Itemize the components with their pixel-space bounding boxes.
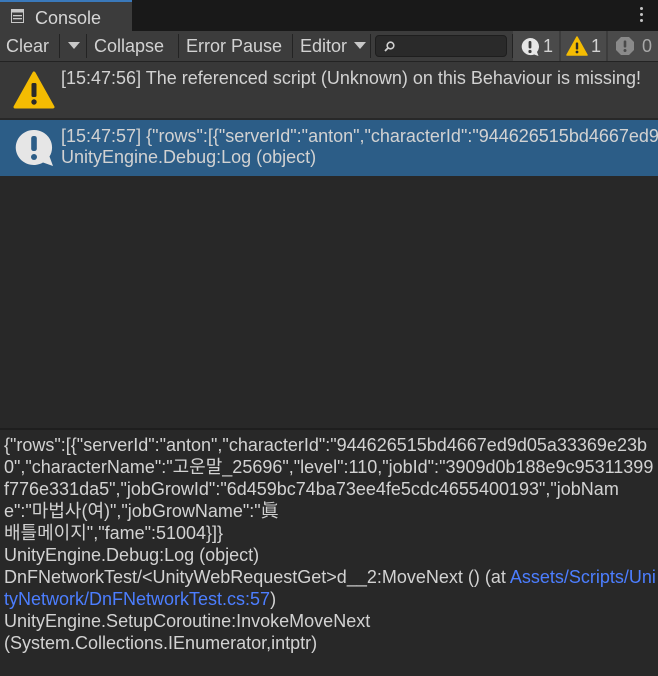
tab-bar: Console (0, 0, 658, 31)
info-icon (15, 129, 53, 166)
tab-console[interactable]: Console (0, 0, 132, 31)
detail-stack-line-end: ) (270, 589, 277, 609)
search-icon (384, 41, 395, 52)
chevron-down-icon (68, 42, 80, 49)
error-count: 0 (642, 36, 653, 56)
log-entry-info-selected[interactable]: [15:47:57] {"rows":[{"serverId":"anton",… (0, 120, 658, 176)
more-options-icon[interactable] (640, 7, 644, 23)
warning-count: 1 (591, 36, 602, 56)
detail-message: {"rows":[{"serverId":"anton","characterI… (4, 435, 654, 543)
warning-icon (566, 36, 588, 56)
editor-label: Editor (300, 36, 348, 56)
toolbar: Clear Collapse Error Pause Editor (0, 31, 658, 62)
error-icon (616, 37, 634, 55)
console-icon (11, 9, 24, 23)
warning-count-toggle[interactable]: 1 (561, 31, 606, 61)
editor-dropdown[interactable]: Editor (295, 31, 370, 61)
log-stack-summary: UnityEngine.Debug:Log (object) (61, 147, 317, 167)
chevron-down-icon (354, 42, 366, 49)
divider (86, 34, 87, 58)
detail-stack-line: DnFNetworkTest/<UnityWebRequestGet>d__2:… (4, 567, 510, 587)
error-pause-button[interactable]: Error Pause (181, 31, 287, 61)
log-message: [15:47:57] {"rows":[{"serverId":"anton",… (61, 126, 658, 146)
split-handle[interactable] (0, 428, 658, 430)
log-count-toggle[interactable]: 1 (513, 31, 559, 61)
log-message: [15:47:56] The referenced script (Unknow… (61, 68, 641, 88)
clear-button[interactable]: Clear (1, 31, 54, 61)
search-input[interactable] (375, 35, 507, 57)
detail-stack-line: UnityEngine.SetupCoroutine:InvokeMoveNex… (4, 611, 371, 631)
tab-label: Console (35, 8, 102, 28)
log-count: 1 (543, 36, 554, 56)
log-detail-pane: {"rows":[{"serverId":"anton","characterI… (4, 434, 656, 654)
warning-icon (13, 71, 55, 109)
collapse-button[interactable]: Collapse (89, 31, 169, 61)
detail-stack-line: UnityEngine.Debug:Log (object) (4, 545, 260, 565)
divider (178, 34, 179, 58)
clear-options-dropdown[interactable] (60, 31, 86, 61)
error-count-toggle[interactable]: 0 (608, 31, 658, 61)
divider (370, 34, 371, 58)
divider (292, 34, 293, 58)
detail-stack-line: (System.Collections.IEnumerator,intptr) (4, 633, 318, 653)
info-icon (521, 38, 539, 56)
log-entry-warning[interactable]: [15:47:56] The referenced script (Unknow… (0, 62, 658, 118)
